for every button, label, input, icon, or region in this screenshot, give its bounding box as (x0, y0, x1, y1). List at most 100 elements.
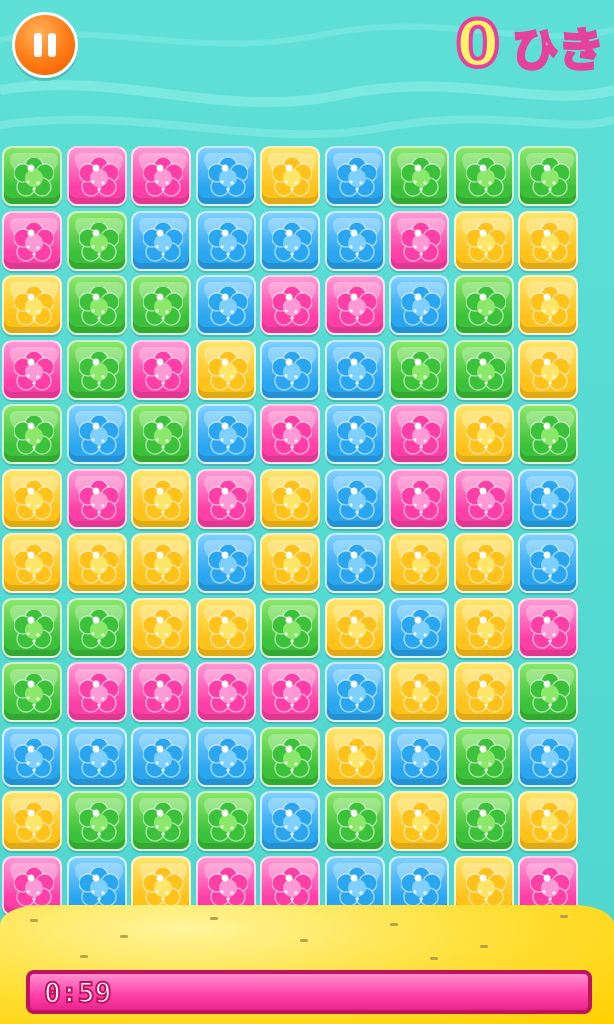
yellow-tile[interactable] (2, 533, 62, 593)
green-tile[interactable] (66, 210, 127, 271)
blue-tile[interactable] (389, 597, 449, 658)
yellow-tile[interactable] (131, 533, 191, 593)
blue-tile[interactable] (324, 662, 385, 722)
blue-tile[interactable] (2, 726, 62, 787)
green-tile[interactable] (453, 339, 514, 400)
blue-tile[interactable] (260, 210, 320, 271)
green-tile[interactable] (389, 146, 449, 206)
yellow-tile[interactable] (389, 533, 449, 593)
pink-tile[interactable] (518, 597, 578, 658)
blue-tile[interactable] (131, 726, 191, 787)
yellow-tile[interactable] (453, 662, 514, 722)
yellow-tile[interactable] (518, 210, 578, 271)
pink-tile[interactable] (389, 404, 449, 464)
blue-tile[interactable] (324, 533, 385, 593)
yellow-tile[interactable] (2, 791, 62, 851)
yellow-tile[interactable] (324, 726, 385, 787)
yellow-tile[interactable] (195, 597, 256, 658)
green-tile[interactable] (518, 146, 578, 206)
yellow-tile[interactable] (453, 597, 514, 658)
pink-tile[interactable] (324, 275, 385, 335)
blue-tile[interactable] (260, 339, 320, 400)
yellow-tile[interactable] (260, 146, 320, 206)
green-tile[interactable] (66, 597, 127, 658)
blue-tile[interactable] (66, 726, 127, 787)
green-tile[interactable] (518, 662, 578, 722)
yellow-tile[interactable] (2, 275, 62, 335)
pink-tile[interactable] (66, 146, 127, 206)
green-tile[interactable] (2, 597, 62, 658)
yellow-tile[interactable] (453, 210, 514, 271)
blue-tile[interactable] (389, 275, 449, 335)
green-tile[interactable] (195, 791, 256, 851)
pink-tile[interactable] (131, 662, 191, 722)
yellow-tile[interactable] (66, 533, 127, 593)
pause-button[interactable] (12, 12, 78, 78)
green-tile[interactable] (389, 339, 449, 400)
pink-tile[interactable] (66, 468, 127, 529)
blue-tile[interactable] (195, 726, 256, 787)
blue-tile[interactable] (195, 275, 256, 335)
blue-tile[interactable] (324, 404, 385, 464)
blue-tile[interactable] (518, 468, 578, 529)
green-tile[interactable] (2, 404, 62, 464)
blue-tile[interactable] (195, 146, 256, 206)
blue-tile[interactable] (324, 146, 385, 206)
green-tile[interactable] (66, 339, 127, 400)
blue-tile[interactable] (389, 726, 449, 787)
blue-tile[interactable] (66, 404, 127, 464)
blue-tile[interactable] (195, 210, 256, 271)
yellow-tile[interactable] (389, 791, 449, 851)
blue-tile[interactable] (131, 210, 191, 271)
green-tile[interactable] (66, 791, 127, 851)
green-tile[interactable] (260, 597, 320, 658)
pink-tile[interactable] (389, 468, 449, 529)
pink-tile[interactable] (2, 210, 62, 271)
green-tile[interactable] (260, 726, 320, 787)
green-tile[interactable] (131, 404, 191, 464)
yellow-tile[interactable] (131, 597, 191, 658)
yellow-tile[interactable] (453, 533, 514, 593)
pink-tile[interactable] (260, 275, 320, 335)
blue-tile[interactable] (518, 726, 578, 787)
pink-tile[interactable] (389, 210, 449, 271)
blue-tile[interactable] (324, 210, 385, 271)
pink-tile[interactable] (195, 468, 256, 529)
green-tile[interactable] (453, 726, 514, 787)
pink-tile[interactable] (2, 339, 62, 400)
yellow-tile[interactable] (453, 404, 514, 464)
green-tile[interactable] (453, 791, 514, 851)
yellow-tile[interactable] (260, 468, 320, 529)
yellow-tile[interactable] (518, 791, 578, 851)
green-tile[interactable] (2, 662, 62, 722)
pink-tile[interactable] (131, 146, 191, 206)
yellow-tile[interactable] (324, 597, 385, 658)
green-tile[interactable] (453, 146, 514, 206)
green-tile[interactable] (66, 275, 127, 335)
yellow-tile[interactable] (131, 468, 191, 529)
blue-tile[interactable] (260, 791, 320, 851)
pink-tile[interactable] (131, 339, 191, 400)
blue-tile[interactable] (518, 533, 578, 593)
green-tile[interactable] (453, 275, 514, 335)
blue-tile[interactable] (324, 339, 385, 400)
green-tile[interactable] (518, 404, 578, 464)
yellow-tile[interactable] (195, 339, 256, 400)
pink-tile[interactable] (195, 662, 256, 722)
pink-tile[interactable] (260, 404, 320, 464)
green-tile[interactable] (131, 791, 191, 851)
green-tile[interactable] (131, 275, 191, 335)
green-tile[interactable] (2, 146, 62, 206)
yellow-tile[interactable] (260, 533, 320, 593)
green-tile[interactable] (324, 791, 385, 851)
blue-tile[interactable] (324, 468, 385, 529)
pink-tile[interactable] (66, 662, 127, 722)
yellow-tile[interactable] (518, 275, 578, 335)
yellow-tile[interactable] (389, 662, 449, 722)
yellow-tile[interactable] (518, 339, 578, 400)
blue-tile[interactable] (195, 404, 256, 464)
pink-tile[interactable] (453, 468, 514, 529)
blue-tile[interactable] (195, 533, 256, 593)
yellow-tile[interactable] (2, 468, 62, 529)
pink-tile[interactable] (260, 662, 320, 722)
